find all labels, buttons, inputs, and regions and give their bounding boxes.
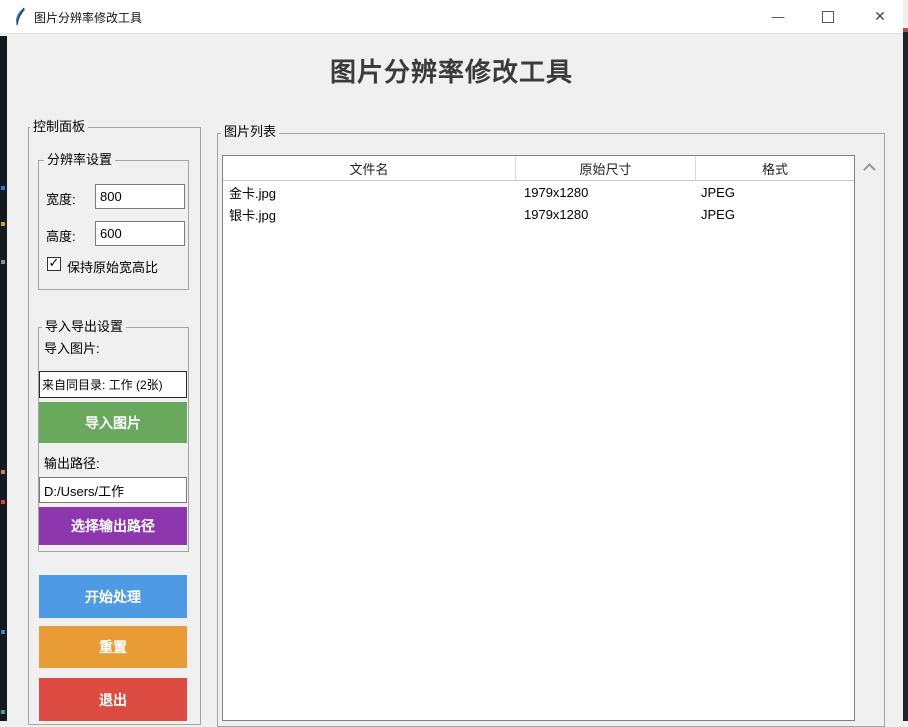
column-header-size[interactable]: 原始尺寸 bbox=[516, 156, 696, 180]
table-header-row: 文件名 原始尺寸 格式 bbox=[223, 156, 854, 181]
import-source-box: 来自同目录: 工作 (2张) bbox=[39, 371, 187, 398]
checkmark-icon: ✓ bbox=[49, 258, 60, 268]
close-icon: ✕ bbox=[874, 8, 886, 25]
table-row[interactable]: 金卡.jpg 1979x1280 JPEG bbox=[223, 181, 854, 203]
minimize-icon: — bbox=[772, 9, 785, 24]
width-input[interactable] bbox=[95, 184, 185, 209]
resolution-settings-title: 分辨率设置 bbox=[44, 152, 115, 167]
window-title: 图片分辨率修改工具 bbox=[34, 9, 142, 26]
background-speck bbox=[1, 470, 5, 474]
reset-button[interactable]: 重置 bbox=[39, 626, 187, 668]
cell-filename: 金卡.jpg bbox=[223, 183, 516, 202]
background-speck bbox=[1, 630, 5, 634]
import-images-label: 导入图片: bbox=[44, 338, 100, 357]
cell-format: JPEG bbox=[696, 207, 848, 222]
column-header-format[interactable]: 格式 bbox=[696, 156, 854, 180]
import-images-button[interactable]: 导入图片 bbox=[39, 402, 187, 443]
keep-aspect-ratio-checkbox[interactable]: ✓ bbox=[47, 257, 61, 271]
titlebar[interactable]: 图片分辨率修改工具 — ✕ bbox=[0, 0, 903, 34]
image-list-title: 图片列表 bbox=[221, 124, 279, 139]
cell-filename: 银卡.jpg bbox=[223, 205, 516, 224]
exit-button[interactable]: 退出 bbox=[39, 678, 187, 721]
page-title: 图片分辨率修改工具 bbox=[0, 52, 903, 89]
height-label: 高度: bbox=[46, 226, 76, 245]
keep-aspect-ratio-label: 保持原始宽高比 bbox=[67, 257, 158, 276]
python-feather-icon bbox=[13, 7, 27, 27]
start-processing-button[interactable]: 开始处理 bbox=[39, 575, 187, 618]
width-label: 宽度: bbox=[46, 189, 76, 208]
height-input[interactable] bbox=[95, 221, 185, 246]
minimize-button[interactable]: — bbox=[757, 0, 799, 33]
background-window-sliver-left bbox=[0, 36, 7, 721]
control-panel-title: 控制面板 bbox=[30, 119, 88, 134]
image-table: 文件名 原始尺寸 格式 金卡.jpg 1979x1280 JPEG 银卡.jpg… bbox=[222, 155, 855, 721]
table-scrollbar[interactable] bbox=[857, 156, 881, 720]
background-window-sliver-right bbox=[903, 28, 908, 721]
background-speck bbox=[1, 260, 5, 264]
background-speck bbox=[1, 500, 5, 504]
background-speck bbox=[1, 186, 5, 190]
background-speck bbox=[903, 28, 908, 32]
close-button[interactable]: ✕ bbox=[859, 0, 901, 33]
table-row[interactable]: 银卡.jpg 1979x1280 JPEG bbox=[223, 203, 854, 225]
scroll-up-icon bbox=[863, 163, 876, 176]
import-export-title: 导入导出设置 bbox=[42, 319, 126, 334]
maximize-icon bbox=[822, 11, 834, 23]
output-path-input[interactable] bbox=[39, 477, 187, 503]
output-path-label: 输出路径: bbox=[44, 453, 100, 472]
cell-size: 1979x1280 bbox=[516, 207, 696, 222]
maximize-button[interactable] bbox=[807, 0, 849, 33]
choose-output-path-button[interactable]: 选择输出路径 bbox=[39, 507, 187, 545]
app-window: { "titlebar": { "title": "图片分辨率修改工具", "m… bbox=[0, 0, 908, 721]
background-speck bbox=[1, 710, 5, 714]
cell-size: 1979x1280 bbox=[516, 185, 696, 200]
cell-format: JPEG bbox=[696, 185, 848, 200]
background-speck bbox=[1, 222, 5, 226]
column-header-filename[interactable]: 文件名 bbox=[223, 156, 516, 180]
